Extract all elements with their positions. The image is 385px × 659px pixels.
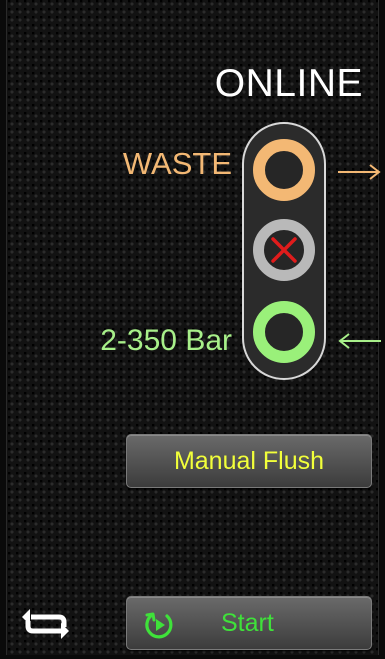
online-status-label: ONLINE [214, 62, 363, 105]
arrow-left-icon [338, 333, 381, 349]
waste-port-label: WASTE [122, 146, 232, 181]
pressure-port-ring [253, 301, 315, 363]
repeat-icon[interactable] [19, 606, 73, 640]
waste-port-ring [253, 139, 315, 201]
valve-panel [242, 122, 326, 380]
start-button[interactable]: Start [126, 596, 372, 650]
blocked-port-ring [253, 219, 315, 281]
blocked-x-icon [271, 237, 297, 263]
play-cycle-icon [145, 612, 173, 639]
left-frame-edge [0, 0, 7, 659]
arrow-right-icon [338, 164, 381, 180]
pressure-range-label: 2-350 Bar [100, 324, 232, 357]
manual-flush-button[interactable]: Manual Flush [126, 434, 372, 488]
bottom-frame-edge [0, 655, 385, 659]
start-button-label: Start [221, 609, 274, 637]
